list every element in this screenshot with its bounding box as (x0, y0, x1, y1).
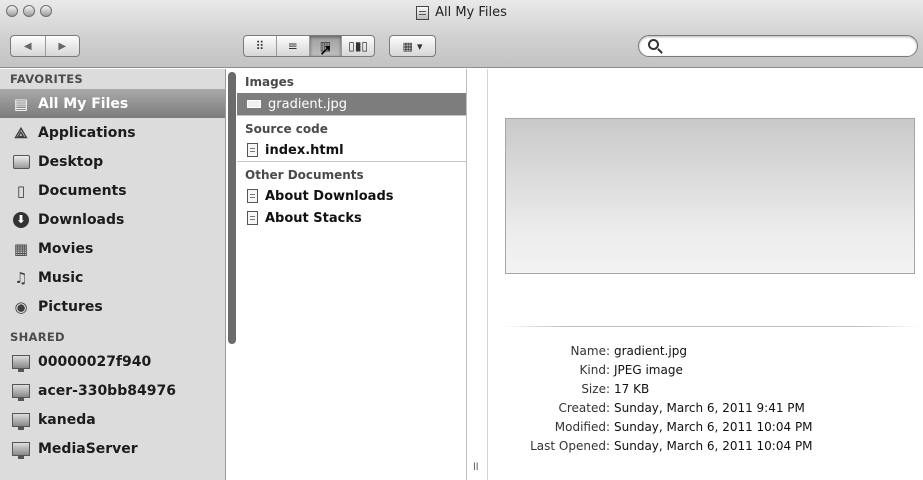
mouse-cursor-icon: ➚ (319, 40, 333, 59)
all-my-files-icon (416, 5, 430, 20)
icon-view-button[interactable]: ⠿ (244, 36, 276, 56)
sidebar-item-label: Documents (38, 182, 127, 199)
file-row-about-downloads[interactable]: About Downloads (237, 185, 466, 207)
list-view-icon: ≡ (287, 39, 298, 53)
sidebar-item-pictures[interactable]: ◉ Pictures (0, 292, 225, 321)
file-list-column: Images gradient.jpg Source code index.ht… (237, 69, 467, 480)
back-forward-control: ◀ ▶ (10, 35, 80, 57)
arrange-button[interactable]: ▦ ▾ (389, 35, 436, 57)
computer-icon (12, 382, 30, 401)
info-row-name: Name: gradient.jpg (570, 344, 687, 358)
arrange-grid-icon: ▦ (402, 39, 413, 53)
sidebar-item-mediaserver[interactable]: MediaServer (0, 434, 225, 463)
file-info: Name: gradient.jpg Kind: JPEG image Size… (488, 344, 923, 458)
file-row-gradient-jpg[interactable]: gradient.jpg (237, 93, 466, 115)
info-row-modified: Modified: Sunday, March 6, 2011 10:04 PM (554, 420, 813, 434)
forward-button[interactable]: ▶ (44, 36, 80, 56)
sidebar-item-00000027f940[interactable]: 00000027f940 (0, 347, 225, 376)
column-resize-handle[interactable]: ll (473, 462, 479, 473)
search-icon (648, 39, 659, 50)
sidebar-item-label: Applications (38, 124, 136, 141)
monitor-icon (12, 440, 30, 459)
document-file-icon (247, 189, 258, 203)
sidebar-item-applications[interactable]: ⟁ Applications (0, 118, 225, 147)
info-row-size: Size: 17 KB (581, 382, 650, 396)
back-arrow-icon: ◀ (23, 40, 32, 52)
sidebar-item-label: Pictures (38, 298, 103, 315)
group-header-images: Images (245, 75, 294, 89)
file-name: index.html (265, 142, 344, 158)
music-icon: ♫ (14, 268, 28, 287)
info-row-last-opened: Last Opened: Sunday, March 6, 2011 10:04… (530, 439, 813, 453)
html-file-icon (247, 143, 258, 157)
group-header-source-code: Source code (237, 115, 466, 139)
file-row-index-html[interactable]: index.html (237, 139, 466, 161)
documents-icon: ▯ (16, 181, 26, 200)
sidebar-item-label: Downloads (38, 211, 125, 228)
all-my-files-icon: ▤ (13, 94, 29, 113)
coverflow-view-button[interactable]: ▯▮▯ (341, 36, 374, 56)
sidebar-item-label: Desktop (38, 153, 104, 170)
list-view-button[interactable]: ≡ (275, 36, 309, 56)
group-header-other-documents: Other Documents (237, 161, 466, 185)
file-name: About Downloads (265, 188, 394, 204)
pictures-icon: ◉ (14, 297, 28, 316)
sidebar-item-documents[interactable]: ▯ Documents (0, 176, 225, 205)
computer-icon (12, 353, 30, 372)
sidebar: FAVORITES ▤ All My Files ⟁ Applications … (0, 69, 226, 480)
file-name: gradient.jpg (268, 96, 348, 112)
sidebar-item-kaneda[interactable]: kaneda (0, 405, 225, 434)
sidebar-item-acer-330bb84976[interactable]: acer-330bb84976 (0, 376, 225, 405)
info-row-kind: Kind: JPEG image (579, 363, 683, 377)
sidebar-scrollbar[interactable] (228, 72, 236, 344)
coverflow-view-icon: ▯▮▯ (348, 39, 369, 53)
preview-pane: Name: gradient.jpg Kind: JPEG image Size… (487, 69, 923, 480)
preview-thumbnail (505, 118, 915, 274)
sidebar-item-music[interactable]: ♫ Music (0, 263, 225, 292)
sidebar-item-downloads[interactable]: ⬇ Downloads (0, 205, 225, 234)
info-row-created: Created: Sunday, March 6, 2011 9:41 PM (558, 401, 805, 415)
back-button[interactable]: ◀ (11, 36, 45, 56)
preview-divider (503, 326, 919, 327)
sidebar-item-desktop[interactable]: Desktop (0, 147, 225, 176)
icon-view-icon: ⠿ (255, 39, 265, 53)
applications-icon: ⟁ (14, 123, 28, 142)
document-file-icon (247, 211, 258, 225)
window-title: All My Files (0, 5, 923, 20)
sidebar-item-label: kaneda (38, 411, 96, 428)
window-title-text: All My Files (435, 5, 507, 20)
sidebar-item-all-my-files[interactable]: ▤ All My Files (0, 89, 225, 118)
movies-icon: ▦ (13, 239, 29, 258)
computer-icon (12, 411, 30, 430)
file-row-about-stacks[interactable]: About Stacks (237, 207, 466, 229)
sidebar-item-label: Music (38, 269, 84, 286)
sidebar-item-label: Movies (38, 240, 94, 257)
desktop-icon (12, 153, 30, 171)
search-field[interactable] (638, 35, 918, 57)
sidebar-item-label: All My Files (38, 95, 129, 112)
toolbar: All My Files ◀ ▶ ⠿ ≡ ▥ ▯▮▯ ▦ ▾ ➚ (0, 0, 923, 68)
finder-window: All My Files ◀ ▶ ⠿ ≡ ▥ ▯▮▯ ▦ ▾ ➚ FAVORIT… (0, 0, 923, 480)
sidebar-item-label: acer-330bb84976 (38, 382, 176, 399)
forward-arrow-icon: ▶ (58, 40, 67, 52)
sidebar-section-favorites: FAVORITES (10, 72, 83, 86)
view-mode-control: ⠿ ≡ ▥ ▯▮▯ (243, 35, 375, 57)
sidebar-item-label: 00000027f940 (38, 353, 152, 370)
file-name: About Stacks (265, 210, 362, 226)
sidebar-item-movies[interactable]: ▦ Movies (0, 234, 225, 263)
chevron-down-icon: ▾ (416, 39, 423, 53)
sidebar-section-shared: SHARED (10, 330, 65, 344)
search-input[interactable] (665, 38, 910, 54)
image-file-icon (247, 100, 261, 108)
downloads-icon: ⬇ (12, 211, 30, 229)
sidebar-item-label: MediaServer (38, 440, 138, 457)
